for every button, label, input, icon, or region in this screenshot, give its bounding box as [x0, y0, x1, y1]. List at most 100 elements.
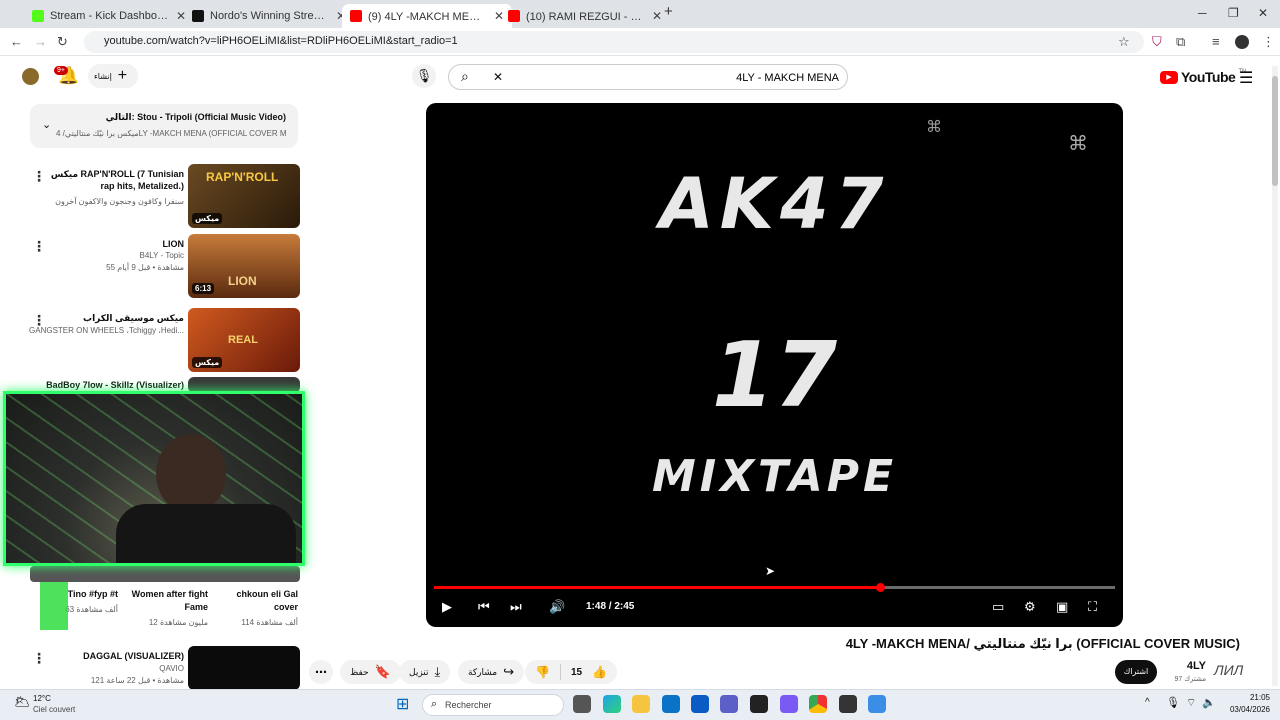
- menu-dots-icon[interactable]: ⋮: [1262, 34, 1275, 50]
- create-button[interactable]: إنشاء +: [88, 64, 138, 88]
- new-tab-icon[interactable]: +: [664, 3, 673, 20]
- like-icon[interactable]: 👍: [592, 665, 607, 679]
- mix-badge: ميكس: [192, 213, 223, 224]
- thumbnail[interactable]: LION 6:13: [188, 234, 300, 298]
- channel-name[interactable]: 4LY: [1166, 660, 1206, 672]
- file-explorer-icon[interactable]: [632, 695, 650, 713]
- close-icon[interactable]: ✕: [652, 9, 662, 23]
- voice-search-icon[interactable]: 🎙: [412, 64, 436, 88]
- fullscreen-icon[interactable]: ⛶: [1088, 599, 1097, 615]
- kick-icon: [32, 10, 44, 22]
- list-item[interactable]: ⋮ ميكس RAP'N'ROLL (7 Tunisian rap hits, …: [30, 164, 300, 232]
- tray-chevron-icon[interactable]: ^: [1145, 697, 1150, 708]
- scrollbar[interactable]: [1272, 66, 1278, 686]
- theater-mode-icon[interactable]: ▣: [1056, 599, 1068, 615]
- create-label: إنشاء: [94, 71, 112, 81]
- search-icon[interactable]: ⌕: [461, 68, 469, 85]
- subtitles-icon[interactable]: ▭: [992, 599, 1004, 615]
- browser-tab-tiktok[interactable]: Nordo's Winning Streak During ✕: [184, 4, 354, 28]
- forward-icon[interactable]: →: [34, 34, 47, 49]
- search-box[interactable]: ⌕ ✕: [448, 64, 848, 90]
- item-channel: B4LY - Topic: [139, 251, 184, 260]
- share-button[interactable]: مشاركة ↪: [458, 660, 524, 684]
- search-input[interactable]: [509, 69, 839, 87]
- volume-icon[interactable]: 🔊: [549, 599, 565, 615]
- channel-avatar[interactable]: ЛИЛ: [1214, 662, 1243, 678]
- thumbnail-text: RAP'N'ROLL: [206, 170, 279, 184]
- short-views: 114 ألف مشاهدة: [241, 618, 298, 627]
- browser-tab-youtube-active[interactable]: (9) 4LY -MAKCH MENA /برا نيّك منتاليتي ✕: [342, 4, 512, 28]
- wifi-icon[interactable]: ⌔: [1186, 696, 1196, 710]
- save-button[interactable]: حفظ 🔖: [340, 660, 401, 684]
- item-title: ميكس RAP'N'ROLL (7 Tunisian rap hits, Me…: [50, 169, 184, 191]
- back-icon[interactable]: ←: [10, 34, 23, 49]
- taskbar-search[interactable]: ⌕ Rechercher: [422, 694, 564, 716]
- terminal-icon[interactable]: [750, 695, 768, 713]
- reload-icon[interactable]: ↻: [57, 34, 68, 50]
- address-bar[interactable]: youtube.com/watch?v=liPH6OELiMI&list=RDl…: [84, 31, 1144, 53]
- list-item[interactable]: ⋮ ميكس موسيقى الكراب GANGSTER ON WHEELS …: [29, 308, 300, 376]
- video-player[interactable]: ⌘ ⌘ AK47 17 MIXTAPE ▶ ⏮ ⏭ 🔊 1:48 / 2:45 …: [426, 103, 1123, 627]
- windows-start-icon[interactable]: ⊞: [396, 694, 409, 714]
- store-icon[interactable]: [662, 695, 680, 713]
- profile-avatar[interactable]: [1235, 35, 1249, 49]
- up-next-panel[interactable]: ⌄ التالي: Stou - Tripoli (Official Music…: [30, 104, 298, 148]
- thumbnail[interactable]: RAP'N'ROLL ميكس: [188, 164, 300, 228]
- streamer-head: [156, 434, 226, 514]
- weather-icon[interactable]: 🌥: [14, 694, 31, 710]
- user-avatar[interactable]: [22, 68, 39, 85]
- browser-tab-kick[interactable]: Stream - Kick Dashboard ✕: [24, 4, 194, 28]
- list-item[interactable]: ⋮ DAGGAL (VISUALIZER) QAVIO 121 مشاهدة •…: [30, 646, 300, 690]
- item-meta: 121 مشاهدة • قبل 22 ساعة: [90, 676, 184, 685]
- defender-icon[interactable]: [868, 695, 886, 713]
- next-icon[interactable]: ⏭: [510, 599, 522, 615]
- short-item[interactable]: chkoun eli Gal cover 114 ألف مشاهدة: [212, 588, 298, 627]
- list-item[interactable]: ⋮ LION B4LY - Topic 55 مشاهدة • قبل 9 أي…: [30, 234, 300, 302]
- youtube-logo[interactable]: ▶ YouTube TN: [1160, 69, 1246, 85]
- microphone-icon[interactable]: 🎙: [1166, 696, 1180, 709]
- extension-shield-icon[interactable]: ⛉: [1152, 34, 1162, 50]
- subscriber-count: 97 مشترك: [1174, 676, 1206, 683]
- item-meta: سنفرا وكافون وجنجون والاكفون آخرون: [55, 197, 184, 206]
- speaker-icon[interactable]: 🔈: [1202, 696, 1216, 709]
- extensions-icon[interactable]: ⧉: [1176, 34, 1185, 50]
- play-icon[interactable]: ▶: [442, 599, 452, 615]
- more-actions-icon[interactable]: ⋯: [309, 660, 333, 684]
- tab-title: Nordo's Winning Streak During: [210, 10, 330, 22]
- subscribe-button[interactable]: اشتراك: [1115, 660, 1157, 684]
- settings-gear-icon[interactable]: ⚙: [1024, 599, 1036, 615]
- close-window-icon[interactable]: ✕: [1258, 6, 1268, 20]
- bookmark-star-icon[interactable]: ☆: [1118, 34, 1130, 50]
- chrome-icon[interactable]: [809, 695, 827, 713]
- download-button[interactable]: تنزيل ⤓: [399, 660, 451, 684]
- discord-icon[interactable]: [780, 695, 798, 713]
- task-view-icon[interactable]: [573, 695, 591, 713]
- scrollbar-thumb[interactable]: [1272, 76, 1278, 186]
- item-meta: 55 مشاهدة • قبل 9 أيام: [106, 263, 184, 272]
- short-title: Women after fight Fame: [131, 589, 208, 612]
- minimize-icon[interactable]: ─: [1198, 6, 1207, 20]
- browser-tab-youtube[interactable]: (10) RAMI REZGUI - عربي . تونسي ✕: [500, 4, 670, 28]
- outlook-icon[interactable]: [691, 695, 709, 713]
- progress-bar[interactable]: [434, 583, 1115, 592]
- item-title: BadBoy 7low - Skillz (Visualizer): [46, 380, 184, 390]
- short-item[interactable]: Women after fight Fame 12 مليون مشاهدة: [120, 588, 208, 627]
- obs-icon[interactable]: [839, 695, 857, 713]
- edge-icon[interactable]: [603, 695, 621, 713]
- previous-icon[interactable]: ⏮: [478, 599, 490, 615]
- clear-search-icon[interactable]: ✕: [493, 70, 503, 84]
- taskbar-search-label: Rechercher: [445, 700, 492, 710]
- maximize-icon[interactable]: ❐: [1228, 6, 1239, 20]
- dislike-icon[interactable]: 👎: [535, 665, 550, 679]
- short-title: chkoun eli Gal cover: [236, 589, 298, 612]
- playlist-icon[interactable]: ≡: [1212, 34, 1220, 49]
- thumbnail[interactable]: REAL ميكس: [188, 308, 300, 372]
- url-text: youtube.com/watch?v=liPH6OELiMI&list=RDl…: [104, 35, 458, 47]
- scrubber-handle[interactable]: [875, 583, 885, 592]
- chevron-down-icon[interactable]: ⌄: [42, 118, 51, 131]
- hamburger-menu-icon[interactable]: ☰: [1239, 68, 1253, 88]
- short-views: 12 مليون مشاهدة: [148, 618, 208, 627]
- teams-icon[interactable]: [720, 695, 738, 713]
- thumbnail[interactable]: [188, 646, 300, 690]
- shorts-thumbnails[interactable]: [30, 566, 300, 582]
